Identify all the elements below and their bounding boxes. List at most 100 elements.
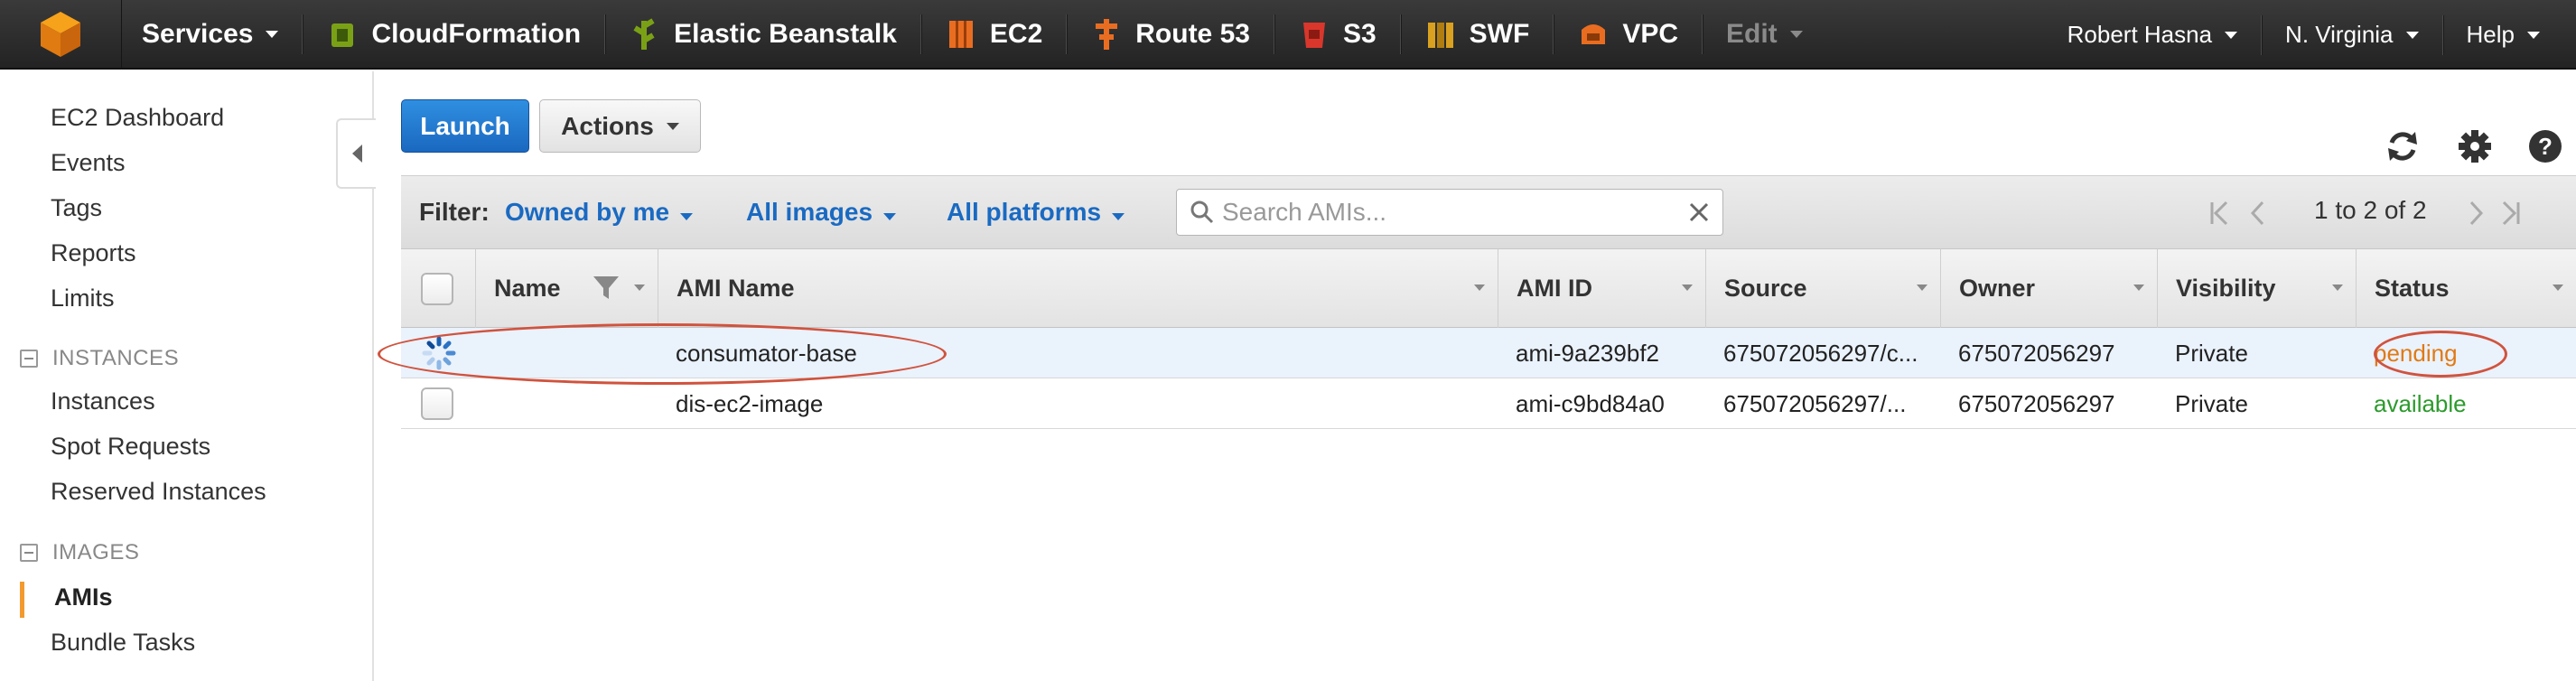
nav-item-label: Elastic Beanstalk bbox=[674, 18, 897, 49]
column-header-ami-id[interactable]: AMI ID bbox=[1498, 249, 1705, 328]
sidebar-item-reports[interactable]: Reports bbox=[51, 239, 136, 267]
actions-button[interactable]: Actions bbox=[539, 99, 701, 153]
sort-icon[interactable] bbox=[1917, 285, 1927, 291]
image-type-dropdown[interactable]: All images bbox=[746, 198, 897, 227]
cell-ami-id: ami-9a239bf2 bbox=[1516, 339, 1659, 367]
table-row[interactable]: dis-ec2-image ami-c9bd84a0 675072056297/… bbox=[401, 378, 2576, 429]
table-header: Name AMI Name AMI ID Source Owner Visibi… bbox=[401, 249, 2576, 328]
nav-item-label: CloudFormation bbox=[371, 18, 582, 49]
chevron-down-icon bbox=[666, 122, 679, 130]
cell-visibility: Private bbox=[2175, 339, 2248, 367]
sort-icon[interactable] bbox=[1474, 285, 1485, 291]
sidebar-section-instances[interactable]: INSTANCES bbox=[20, 346, 179, 371]
previous-page-icon[interactable] bbox=[2245, 198, 2272, 229]
user-menu[interactable]: Robert Hasna bbox=[2048, 0, 2257, 70]
sidebar-section-images[interactable]: IMAGES bbox=[20, 540, 139, 565]
annotation-ellipse-status bbox=[2374, 331, 2507, 378]
cell-status-available: available bbox=[2374, 389, 2467, 417]
services-menu[interactable]: Services bbox=[122, 0, 298, 69]
sidebar-item-spot-requests[interactable]: Spot Requests bbox=[51, 433, 210, 461]
nav-swf[interactable]: SWF bbox=[1405, 0, 1550, 69]
aws-logo-icon[interactable] bbox=[0, 0, 122, 69]
annotation-ellipse-ami-name bbox=[378, 323, 947, 385]
last-page-icon[interactable] bbox=[2497, 198, 2524, 229]
sidebar-item-limits[interactable]: Limits bbox=[51, 285, 115, 313]
sidebar-item-tags[interactable]: Tags bbox=[51, 194, 102, 222]
first-page-icon[interactable] bbox=[2207, 198, 2234, 229]
refresh-icon[interactable] bbox=[2383, 126, 2422, 166]
column-label: Status bbox=[2375, 275, 2450, 302]
column-label: Name bbox=[494, 275, 561, 302]
cell-ami-id: ami-c9bd84a0 bbox=[1516, 389, 1665, 417]
help-label: Help bbox=[2466, 21, 2515, 48]
column-header-name[interactable]: Name bbox=[475, 249, 658, 328]
column-label: Source bbox=[1724, 275, 1807, 302]
nav-vpc[interactable]: VPC bbox=[1557, 0, 1698, 69]
column-header-status[interactable]: Status bbox=[2356, 249, 2576, 328]
cell-ami-name: dis-ec2-image bbox=[676, 389, 824, 417]
ec2-icon bbox=[945, 16, 977, 52]
section-heading: INSTANCES bbox=[52, 346, 180, 370]
collapse-section-icon bbox=[20, 544, 38, 562]
sidebar: EC2 Dashboard Events Tags Reports Limits… bbox=[0, 71, 374, 681]
nav-item-label: Route 53 bbox=[1135, 18, 1250, 49]
collapse-section-icon bbox=[20, 350, 38, 368]
sidebar-item-events[interactable]: Events bbox=[51, 149, 126, 177]
gear-icon[interactable] bbox=[2455, 126, 2495, 166]
sidebar-item-bundle-tasks[interactable]: Bundle Tasks bbox=[51, 629, 195, 657]
chevron-down-icon bbox=[883, 213, 897, 220]
cell-visibility: Private bbox=[2175, 389, 2248, 417]
platform-dropdown[interactable]: All platforms bbox=[947, 198, 1125, 227]
actions-label: Actions bbox=[561, 111, 654, 140]
sidebar-item-ec2-dashboard[interactable]: EC2 Dashboard bbox=[51, 104, 224, 132]
nav-ec2[interactable]: EC2 bbox=[925, 0, 1062, 69]
region-menu[interactable]: N. Virginia bbox=[2265, 0, 2438, 70]
sort-icon[interactable] bbox=[2553, 285, 2563, 291]
nav-elastic-beanstalk[interactable]: Elastic Beanstalk bbox=[609, 0, 917, 69]
column-header-ami-name[interactable]: AMI Name bbox=[658, 249, 1498, 328]
beanstalk-icon bbox=[629, 16, 661, 52]
nav-edit-menu[interactable]: Edit bbox=[1706, 0, 1823, 69]
nav-s3[interactable]: S3 bbox=[1278, 0, 1396, 69]
cell-owner: 675072056297 bbox=[1958, 339, 2115, 367]
help-menu[interactable]: Help bbox=[2447, 0, 2576, 70]
column-header-visibility[interactable]: Visibility bbox=[2157, 249, 2356, 328]
column-header-source[interactable]: Source bbox=[1705, 249, 1940, 328]
cell-source: 675072056297/c... bbox=[1723, 339, 1918, 367]
sort-icon[interactable] bbox=[2133, 285, 2144, 291]
search-input[interactable] bbox=[1222, 198, 1647, 227]
sidebar-item-instances[interactable]: Instances bbox=[51, 387, 155, 415]
column-label: AMI ID bbox=[1517, 275, 1592, 302]
nav-item-label: S3 bbox=[1342, 18, 1377, 49]
filter-funnel-icon[interactable] bbox=[592, 274, 621, 303]
cell-name[interactable] bbox=[475, 378, 658, 429]
sort-icon[interactable] bbox=[2332, 285, 2343, 291]
sort-icon[interactable] bbox=[1682, 285, 1693, 291]
chevron-down-icon bbox=[2405, 31, 2419, 39]
column-label: Visibility bbox=[2176, 275, 2276, 302]
nav-route53[interactable]: Route 53 bbox=[1070, 0, 1270, 69]
services-label: Services bbox=[142, 18, 254, 49]
sort-icon[interactable] bbox=[634, 285, 645, 291]
help-icon[interactable]: ? bbox=[2525, 126, 2565, 166]
column-header-owner[interactable]: Owner bbox=[1940, 249, 2157, 328]
select-all-checkbox[interactable] bbox=[421, 272, 453, 305]
top-navigation-bar: Services CloudFormation Elastic Beanstal… bbox=[0, 0, 2576, 70]
platform-value: All platforms bbox=[947, 198, 1102, 226]
column-label: Owner bbox=[1959, 275, 2036, 302]
nav-cloudformation[interactable]: CloudFormation bbox=[306, 0, 601, 69]
cloudformation-icon bbox=[326, 16, 359, 52]
owned-by-dropdown[interactable]: Owned by me bbox=[505, 198, 694, 227]
launch-button[interactable]: Launch bbox=[401, 99, 529, 153]
next-page-icon[interactable] bbox=[2462, 198, 2489, 229]
select-all-cell bbox=[401, 249, 475, 328]
chevron-down-icon bbox=[266, 30, 279, 38]
sidebar-item-reserved-instances[interactable]: Reserved Instances bbox=[51, 478, 266, 506]
nav-item-label: SWF bbox=[1469, 18, 1530, 49]
sidebar-item-amis[interactable]: AMIs bbox=[54, 583, 113, 611]
clear-search-icon[interactable] bbox=[1688, 201, 1710, 223]
collapse-sidebar-button[interactable] bbox=[336, 118, 376, 189]
row-checkbox-cell bbox=[401, 378, 475, 429]
row-checkbox[interactable] bbox=[421, 387, 453, 420]
chevron-down-icon bbox=[680, 213, 694, 220]
